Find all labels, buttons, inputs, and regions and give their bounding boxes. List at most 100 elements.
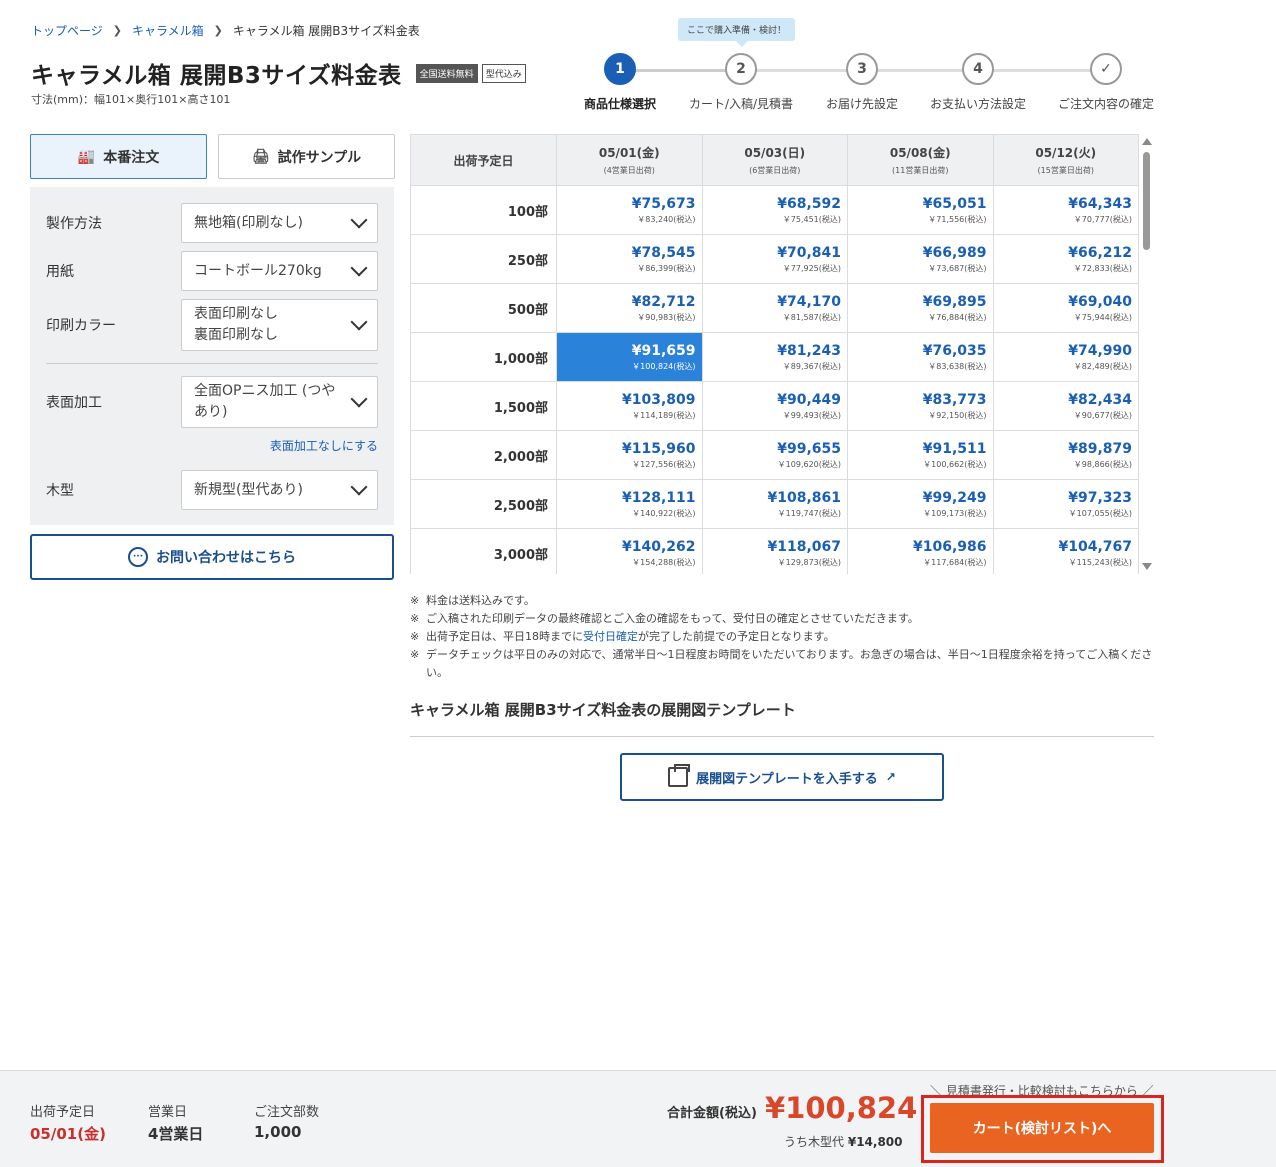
option-label: 印刷カラー — [46, 318, 116, 334]
scroll-down-arrow-icon[interactable] — [1142, 563, 1152, 570]
price-cell[interactable]: ¥83,773 ￥92,150(税込) — [847, 381, 994, 431]
price-incl-tax: ￥75,944(税込) — [1073, 312, 1132, 322]
price-cell[interactable]: ¥104,767 ￥115,243(税込) — [992, 528, 1139, 574]
price-cell[interactable]: ¥69,040 ￥75,944(税込) — [992, 283, 1139, 333]
price-incl-tax: ￥86,399(税込) — [637, 263, 696, 273]
price-table-header-row: 出荷予定日 05/01(金) (4営業日出荷) 05/03(日) (6営業日出荷) … — [410, 134, 1139, 186]
tab-label: 本番注文 — [103, 149, 160, 166]
select-value-line: 裏面印刷なし — [194, 327, 278, 343]
note-text-part: が完了した前提での予定日となります。 — [638, 630, 835, 643]
price-incl-tax: ￥100,824(税込) — [632, 361, 696, 371]
tab-trial-sample[interactable]: 🖨 試作サンプル — [218, 134, 395, 179]
price-cell[interactable]: ¥69,895 ￥76,884(税込) — [847, 283, 994, 333]
paper-select[interactable]: コートボール270kg — [181, 251, 378, 291]
price-incl-tax: ￥127,556(税込) — [632, 459, 696, 469]
remove-surface-finish-link[interactable]: 表面加工なしにする — [270, 437, 378, 454]
note-item: ※ ご入稿された印刷データの最終確認とご入金の確認をもって、受付日の確定とさせてい… — [410, 610, 1155, 628]
price-cell[interactable]: ¥128,111 ￥140,922(税込) — [556, 479, 703, 529]
price-excl-tax: ¥140,262 — [621, 538, 696, 555]
price-incl-tax: ￥129,873(税込) — [777, 557, 841, 567]
price-cell[interactable]: ¥97,323 ￥107,055(税込) — [992, 479, 1139, 529]
select-value: 無地箱(印刷なし) — [194, 214, 303, 231]
acceptance-date-link[interactable]: 受付日確定 — [583, 630, 638, 643]
quantity-cell: 250部 — [410, 234, 557, 284]
price-excl-tax: ¥65,051 — [922, 195, 987, 212]
price-cell[interactable]: ¥65,051 ￥71,556(税込) — [847, 185, 994, 235]
note-item: ※ 出荷予定日は、平日18時までに受付日確定が完了した前提での予定日となります。 — [410, 628, 1155, 646]
price-excl-tax: ¥91,511 — [922, 440, 987, 457]
price-cell[interactable]: ¥76,035 ￥83,638(税込) — [847, 332, 994, 382]
price-cell[interactable]: ¥99,249 ￥109,173(税込) — [847, 479, 994, 529]
step-number: 1 — [604, 53, 636, 85]
price-table-container[interactable]: 出荷予定日 05/01(金) (4営業日出荷) 05/03(日) (6営業日出荷) … — [410, 134, 1155, 574]
price-cell[interactable]: ¥91,659 ￥100,824(税込) — [556, 332, 703, 382]
breadcrumb-link-top[interactable]: トップページ — [31, 22, 103, 39]
price-excl-tax: ¥106,986 — [912, 538, 987, 555]
price-cell[interactable]: ¥89,879 ￥98,866(税込) — [992, 430, 1139, 480]
price-excl-tax: ¥118,067 — [767, 538, 841, 555]
price-cell[interactable]: ¥82,434 ￥90,677(税込) — [992, 381, 1139, 431]
price-cell[interactable]: ¥103,809 ￥114,189(税込) — [556, 381, 703, 431]
price-cell[interactable]: ¥66,212 ￥72,833(税込) — [992, 234, 1139, 284]
die-mold-select[interactable]: 新規型(型代あり) — [181, 470, 378, 510]
chat-bubble-icon: ··· — [128, 547, 148, 567]
price-cell[interactable]: ¥82,712 ￥90,983(税込) — [556, 283, 703, 333]
price-table-row: 500部 ¥82,712 ￥90,983(税込) ¥74,170 ￥81,587(税込)… — [410, 283, 1139, 333]
price-cell[interactable]: ¥68,592 ￥75,451(税込) — [701, 185, 848, 235]
step-confirm: ✓ ご注文内容の確定 — [1046, 53, 1166, 112]
price-cell[interactable]: ¥64,343 ￥70,777(税込) — [992, 185, 1139, 235]
price-incl-tax: ￥115,243(税込) — [1068, 557, 1132, 567]
price-cell[interactable]: ¥81,243 ￥89,367(税込) — [701, 332, 848, 382]
price-cell[interactable]: ¥90,449 ￥99,493(税込) — [701, 381, 848, 431]
price-table-body: 100部 ¥75,673 ￥83,240(税込) ¥68,592 ￥75,451(税込)… — [410, 185, 1139, 574]
footer-ship-date: 出荷予定日 05/01(金) — [30, 1101, 106, 1144]
price-cell[interactable]: ¥115,960 ￥127,556(税込) — [556, 430, 703, 480]
template-document-icon — [668, 764, 691, 787]
price-cell[interactable]: ¥74,170 ￥81,587(税込) — [701, 283, 848, 333]
footer-label: 営業日 — [148, 1105, 188, 1120]
price-excl-tax: ¥91,659 — [631, 342, 696, 359]
footer-label: 出荷予定日 — [30, 1105, 96, 1120]
price-excl-tax: ¥75,673 — [631, 195, 696, 212]
chevron-right-icon: ❯ — [213, 24, 223, 37]
price-excl-tax: ¥69,895 — [922, 293, 987, 310]
price-excl-tax: ¥82,712 — [631, 293, 696, 310]
price-cell[interactable]: ¥140,262 ￥154,288(税込) — [556, 528, 703, 574]
add-to-cart-button[interactable]: カート(検討リスト)へ — [930, 1103, 1154, 1153]
price-cell[interactable]: ¥66,989 ￥73,687(税込) — [847, 234, 994, 284]
scroll-up-arrow-icon[interactable] — [1142, 138, 1152, 145]
print-color-select[interactable]: 表面印刷なし 裏面印刷なし — [181, 299, 378, 351]
checkmark-icon: ✓ — [1090, 53, 1122, 85]
price-incl-tax: ￥117,684(税込) — [923, 557, 987, 567]
price-cell[interactable]: ¥106,986 ￥117,684(税込) — [847, 528, 994, 574]
price-incl-tax: ￥90,983(税込) — [637, 312, 696, 322]
price-cell[interactable]: ¥99,655 ￥109,620(税込) — [701, 430, 848, 480]
price-cell[interactable]: ¥108,861 ￥119,747(税込) — [701, 479, 848, 529]
price-cell[interactable]: ¥118,067 ￥129,873(税込) — [701, 528, 848, 574]
product-dimensions: 寸法(mm)：幅101×奥行101×高さ101 — [31, 93, 231, 106]
price-excl-tax: ¥69,040 — [1068, 293, 1132, 310]
tab-production-order[interactable]: 🏭 本番注文 — [30, 134, 207, 179]
production-method-select[interactable]: 無地箱(印刷なし) — [181, 203, 378, 243]
chevron-down-icon — [350, 390, 368, 408]
scroll-thumb[interactable] — [1143, 152, 1150, 250]
chevron-down-icon — [350, 313, 368, 331]
price-excl-tax: ¥90,449 — [777, 391, 841, 408]
table-scrollbar[interactable] — [1140, 134, 1154, 574]
quantity-cell: 1,000部 — [410, 332, 557, 382]
printer-icon: 🖨 — [251, 148, 270, 165]
contact-button[interactable]: ··· お問い合わせはこちら — [30, 534, 394, 580]
get-template-button[interactable]: 展開図テンプレートを入手する ↗ — [620, 753, 944, 801]
ship-date: 05/12(火) — [1035, 146, 1097, 160]
price-cell[interactable]: ¥75,673 ￥83,240(税込) — [556, 185, 703, 235]
date-column-header: 05/08(金) (11営業日出荷) — [847, 134, 994, 186]
price-cell[interactable]: ¥78,545 ￥86,399(税込) — [556, 234, 703, 284]
price-cell[interactable]: ¥74,990 ￥82,489(税込) — [992, 332, 1139, 382]
surface-finish-select[interactable]: 全面OPニス加工 (つや あり) — [181, 376, 378, 428]
price-excl-tax: ¥128,111 — [621, 489, 696, 506]
price-cell[interactable]: ¥70,841 ￥77,925(税込) — [701, 234, 848, 284]
template-section-title: キャラメル箱 展開B3サイズ料金表の展開図テンプレート — [410, 701, 796, 719]
price-cell[interactable]: ¥91,511 ￥100,662(税込) — [847, 430, 994, 480]
footer-label: ご注文部数 — [254, 1105, 320, 1120]
breadcrumb-link-caramel-box[interactable]: キャラメル箱 — [132, 22, 204, 39]
